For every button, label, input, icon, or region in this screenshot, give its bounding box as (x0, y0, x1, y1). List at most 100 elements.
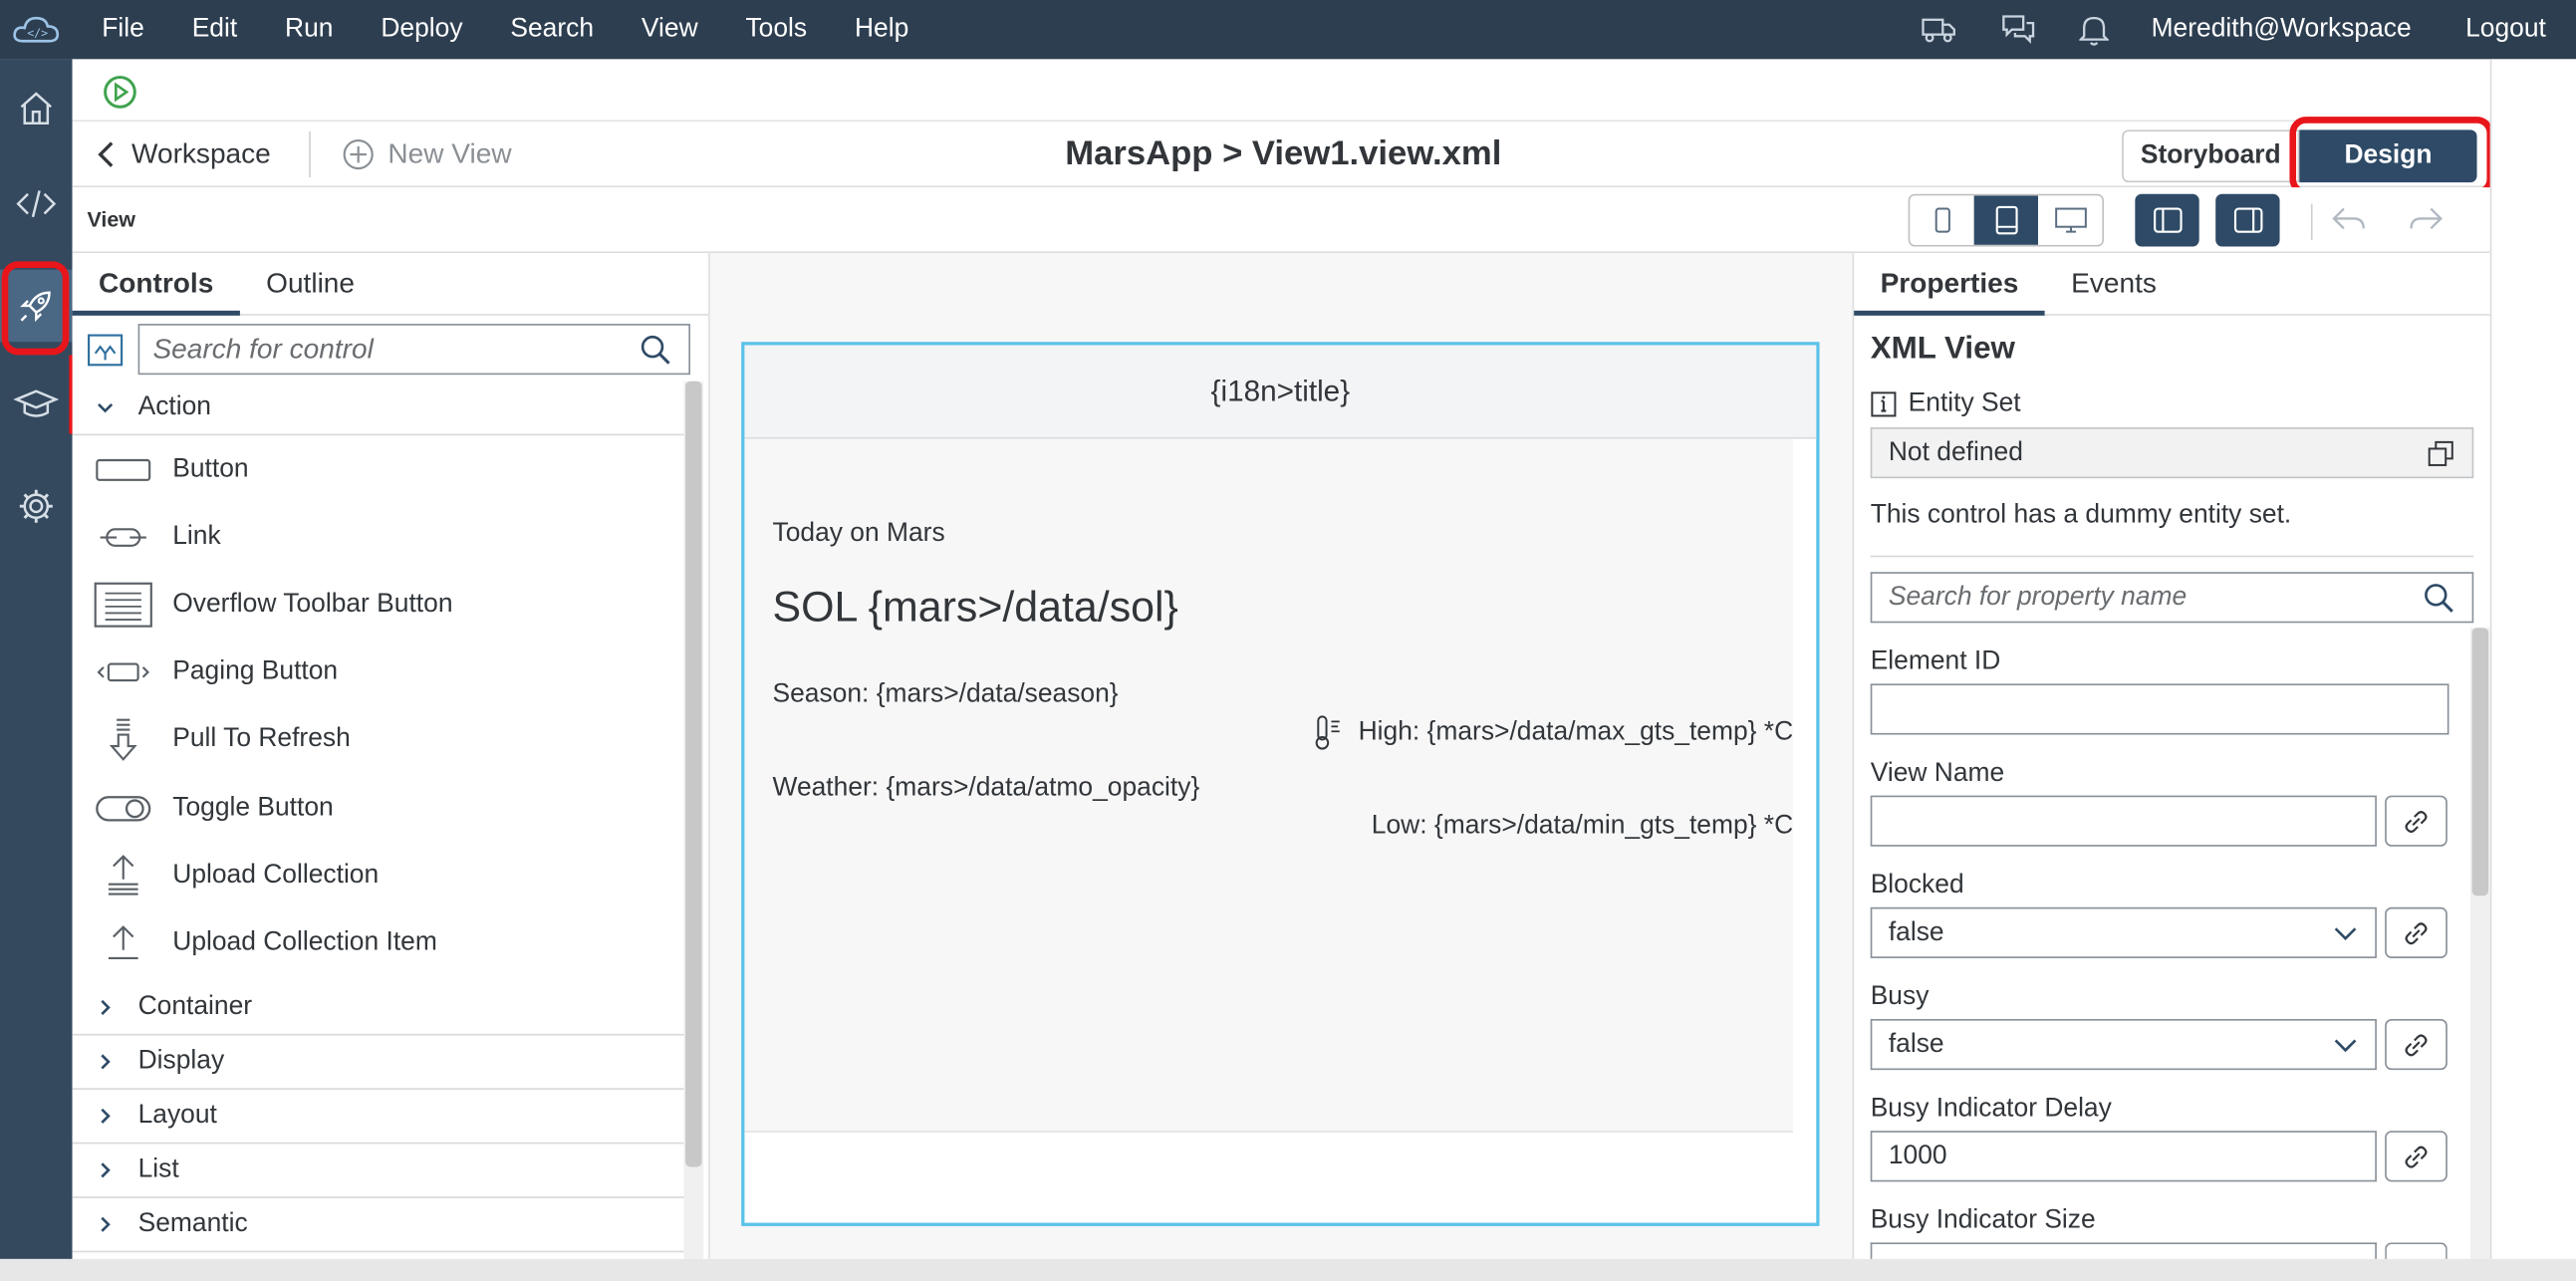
preview-sol[interactable]: SOL {mars>/data/sol} (773, 582, 1178, 633)
menu-edit[interactable]: Edit (192, 15, 238, 45)
preview-low[interactable]: Low: {mars>/data/min_gts_temp} *C (1372, 812, 1793, 842)
control-overflow-toolbar-button[interactable]: Overflow Toolbar Button (73, 571, 684, 639)
desktop-icon[interactable] (2038, 195, 2103, 245)
busy-delay-input[interactable]: 1000 (1870, 1131, 2377, 1182)
bind-view-name-button[interactable] (2385, 795, 2447, 847)
right-tabs: Properties Events (1854, 253, 2490, 316)
menu-run[interactable]: Run (285, 15, 333, 45)
group-container[interactable]: Container (72, 980, 684, 1035)
back-label: Workspace (131, 137, 271, 169)
control-pull-to-refresh[interactable]: Pull To Refresh (73, 706, 684, 774)
app-logo-icon: </> (0, 13, 73, 46)
group-display[interactable]: Display (72, 1035, 684, 1090)
scrollbar-thumb[interactable] (2471, 628, 2489, 897)
upload-collection-icon (73, 853, 173, 898)
control-link[interactable]: Link (73, 503, 684, 571)
busy-label: Busy (1870, 982, 1930, 1011)
control-upload-collection-item[interactable]: Upload Collection Item (73, 909, 684, 977)
control-toggle-button[interactable]: Toggle Button (73, 774, 684, 842)
chevron-right-icon (73, 1159, 138, 1179)
busy-size-label: Busy Indicator Size (1870, 1206, 2096, 1235)
group-list[interactable]: List (72, 1144, 684, 1198)
undo-icon[interactable] (2331, 204, 2367, 242)
back-to-workspace[interactable]: Workspace (96, 138, 271, 171)
storyboard-button[interactable]: Storyboard (2122, 129, 2300, 183)
control-button[interactable]: Button (73, 435, 684, 503)
menu-view[interactable]: View (642, 15, 698, 45)
menu-file[interactable]: File (102, 15, 144, 45)
bottom-bar (0, 1258, 2576, 1281)
properties-scrollbar[interactable] (2469, 628, 2490, 1259)
phone-icon[interactable] (1910, 195, 1974, 245)
code-icon[interactable] (0, 167, 73, 240)
busy-select[interactable]: false (1870, 1019, 2377, 1071)
value-help-icon[interactable] (2426, 438, 2455, 468)
learning-icon[interactable] (0, 369, 73, 441)
link-icon (2402, 1030, 2432, 1060)
redo-icon[interactable] (2408, 204, 2444, 242)
control-label: Toggle Button (172, 793, 334, 822)
side-nav (0, 59, 73, 1259)
view-name-input[interactable] (1870, 795, 2377, 847)
left-panel-toggle-icon[interactable] (2135, 193, 2199, 247)
bind-busy-size-button[interactable] (2385, 1242, 2447, 1259)
control-upload-collection[interactable]: Upload Collection (73, 842, 684, 909)
view-name-label: View Name (1870, 759, 2005, 788)
settings-icon[interactable] (0, 470, 73, 543)
property-search-input[interactable]: Search for property name (1870, 572, 2474, 624)
blocked-select[interactable]: false (1870, 906, 2377, 958)
blocked-value: false (1888, 917, 1944, 946)
link-control-icon (73, 524, 173, 550)
busy-size-select[interactable] (1870, 1242, 2377, 1259)
preview-weather[interactable]: Weather: {mars>/data/atmo_opacity} (773, 774, 1200, 804)
control-search-input[interactable]: Search for control (137, 324, 691, 376)
tab-events[interactable]: Events (2045, 253, 2184, 316)
truck-icon[interactable] (1922, 15, 1957, 45)
controls-scrollbar[interactable] (683, 381, 704, 1259)
element-id-input[interactable] (1870, 683, 2449, 735)
preview-subtitle[interactable]: Today on Mars (773, 519, 945, 549)
group-action[interactable]: Action (72, 382, 684, 436)
tablet-icon[interactable] (1973, 195, 2038, 245)
tab-outline[interactable]: Outline (240, 253, 382, 316)
logout-link[interactable]: Logout (2465, 15, 2546, 45)
menu-help[interactable]: Help (855, 15, 908, 45)
overflow-toolbar-icon (73, 580, 173, 630)
divider (309, 131, 311, 178)
bell-icon[interactable] (2078, 13, 2109, 46)
info-icon[interactable] (1871, 391, 1897, 417)
busy-delay-value: 1000 (1888, 1141, 1947, 1169)
search-icon[interactable] (640, 333, 672, 366)
view-preview[interactable]: {i18n>title} Today on Mars SOL {mars>/da… (741, 342, 1820, 1226)
menu-deploy[interactable]: Deploy (381, 15, 462, 45)
bind-busy-delay-button[interactable] (2385, 1131, 2447, 1182)
search-icon[interactable] (2423, 581, 2455, 614)
tab-properties[interactable]: Properties (1854, 253, 2045, 316)
control-paging-button[interactable]: Paging Button (73, 639, 684, 706)
preview-page-title[interactable]: {i18n>title} (744, 345, 1817, 439)
library-icon[interactable] (86, 331, 126, 379)
entity-set-field[interactable]: Not defined (1870, 427, 2474, 479)
group-layout[interactable]: Layout (72, 1089, 684, 1144)
run-icon[interactable] (102, 74, 137, 119)
preview-high[interactable]: High: {mars>/data/max_gts_temp} *C (1359, 718, 1794, 748)
user-name[interactable]: Meredith@Workspace (2152, 15, 2412, 45)
bind-busy-button[interactable] (2385, 1019, 2447, 1071)
chat-icon[interactable] (2000, 13, 2036, 46)
scrollbar-thumb[interactable] (685, 381, 702, 1167)
home-icon[interactable] (0, 73, 73, 145)
new-view-label: New View (387, 137, 512, 169)
group-semantic[interactable]: Semantic (72, 1197, 684, 1252)
preview-season[interactable]: Season: {mars>/data/season} (773, 680, 1119, 710)
new-view-button[interactable]: New View (342, 137, 512, 171)
right-panel-toggle-icon[interactable] (2215, 193, 2280, 247)
busy-value: false (1888, 1029, 1944, 1058)
menu-tools[interactable]: Tools (745, 15, 807, 45)
tab-controls[interactable]: Controls (72, 253, 240, 316)
menu-search[interactable]: Search (510, 15, 594, 45)
group-label: Display (137, 1046, 225, 1075)
group-label: Container (137, 991, 253, 1020)
menu-bar-right: Meredith@Workspace Logout (1922, 0, 2576, 59)
entity-note: This control has a dummy entity set. (1870, 501, 2292, 530)
bind-blocked-button[interactable] (2385, 906, 2447, 958)
